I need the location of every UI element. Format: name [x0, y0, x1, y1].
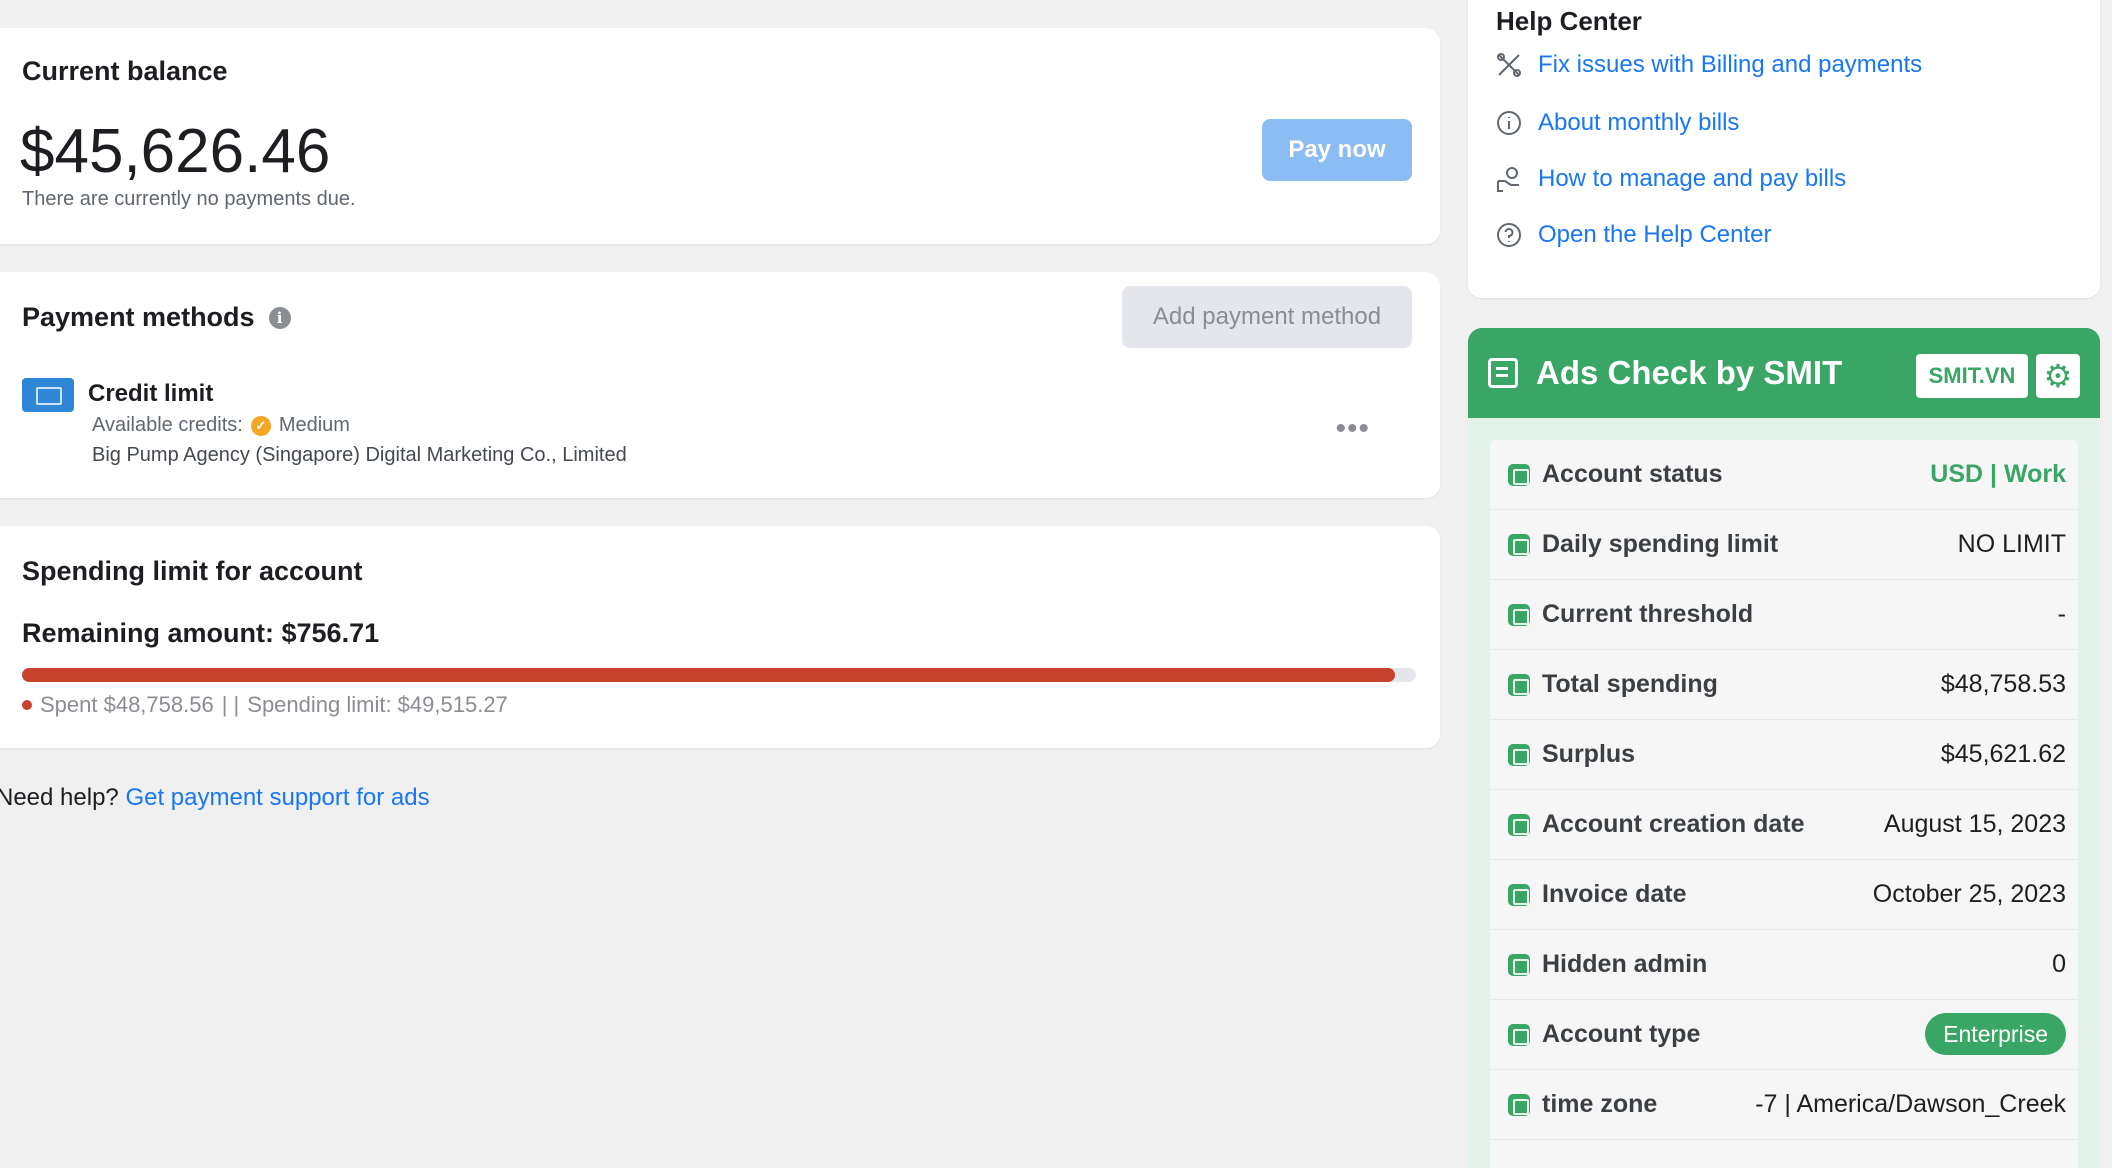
help-link-billing-issues[interactable]: Fix issues with Billing and payments: [1494, 50, 1922, 80]
more-options-icon[interactable]: •••: [1335, 412, 1370, 446]
row-label: Current threshold: [1542, 600, 1754, 628]
payment-methods-label: Payment methods: [22, 302, 255, 332]
help-link-label: How to manage and pay bills: [1538, 165, 1847, 192]
row-value: $48,758.53: [1940, 670, 2066, 698]
help-link-label: Fix issues with Billing and payments: [1538, 51, 1923, 78]
smit-link-button[interactable]: SMIT.VN: [1916, 354, 2028, 398]
ads-check-title: Ads Check by SMIT: [1536, 354, 1843, 391]
payment-support-link[interactable]: Get payment support for ads: [125, 784, 429, 811]
invoice-icon: [1508, 883, 1530, 906]
help-link-open-help-center[interactable]: Open the Help Center: [1494, 220, 1771, 250]
question-icon: [1494, 220, 1524, 250]
help-link-manage-pay[interactable]: How to manage and pay bills: [1494, 164, 1846, 194]
need-help-prefix: Need help?: [0, 784, 119, 811]
row-value: USD | Work: [1930, 460, 2066, 488]
ads-check-body: Account status USD | Work Daily spending…: [1490, 440, 2078, 1168]
help-link-monthly-bills[interactable]: About monthly bills: [1494, 108, 1739, 138]
separator: | |: [221, 692, 240, 717]
pay-now-button[interactable]: Pay now: [1262, 119, 1412, 181]
row-time-zone: time zone -7 | America/Dawson_Creek: [1490, 1070, 2078, 1140]
user-icon: [1508, 1023, 1530, 1046]
row-hidden-admin: Hidden admin 0: [1490, 930, 2078, 1000]
row-value: $45,621.62: [1940, 740, 2066, 768]
report-icon: [1488, 358, 1518, 388]
current-balance-card: Current balance $45,626.46 There are cur…: [0, 28, 1440, 244]
row-daily-spending-limit: Daily spending limit NO LIMIT: [1490, 510, 2078, 580]
spending-progress-bar: [22, 668, 1416, 682]
row-account-status: Account status USD | Work: [1490, 440, 2078, 510]
row-label: Total spending: [1542, 670, 1718, 698]
tools-icon: [1494, 50, 1524, 80]
info-icon[interactable]: i: [268, 306, 291, 329]
spent-summary: Spent $48,758.56 | | Spending limit: $49…: [22, 692, 508, 718]
card-icon: [1508, 533, 1530, 556]
row-label: Invoice date: [1542, 880, 1687, 908]
medal-icon: ✓: [250, 415, 271, 436]
location-icon: [1508, 1093, 1530, 1116]
enterprise-badge: Enterprise: [1925, 1013, 2066, 1055]
row-label: Account status: [1542, 460, 1723, 488]
row-label: time zone: [1542, 1090, 1658, 1118]
company-name: Big Pump Agency (Singapore) Digital Mark…: [92, 444, 627, 466]
available-credits: Available credits: ✓ Medium: [92, 414, 350, 437]
help-center-title: Help Center: [1496, 6, 1642, 36]
row-account-type: Account type Enterprise: [1490, 1000, 2078, 1070]
help-center-card: Help Center Fix issues with Billing and …: [1468, 0, 2100, 298]
shield-icon: [1508, 953, 1530, 976]
help-link-label: Open the Help Center: [1538, 221, 1772, 248]
dollar-icon: [1508, 743, 1530, 766]
row-account-creation-date: Account creation date August 15, 2023: [1490, 790, 2078, 860]
gear-icon[interactable]: ⚙: [2036, 354, 2080, 398]
calendar-icon: [1508, 813, 1530, 836]
spending-limit-value: Spending limit: $49,515.27: [247, 692, 508, 717]
spending-progress-fill: [22, 668, 1396, 682]
row-current-threshold: Current threshold -: [1490, 580, 2078, 650]
row-invoice-date: Invoice date October 25, 2023: [1490, 860, 2078, 930]
available-credits-label: Available credits:: [92, 414, 243, 436]
credit-level: Medium: [278, 414, 350, 436]
row-value: October 25, 2023: [1872, 880, 2066, 908]
balance-note: There are currently no payments due.: [22, 188, 356, 210]
row-label: Account creation date: [1542, 810, 1805, 838]
current-balance-title: Current balance: [22, 56, 228, 86]
row-value: Enterprise: [1925, 1013, 2066, 1055]
ads-check-panel: Ads Check by SMIT SMIT.VN ⚙ Account stat…: [1468, 328, 2100, 1168]
row-label: Daily spending limit: [1542, 530, 1779, 558]
credit-limit-title: Credit limit: [88, 380, 214, 407]
hand-coin-icon: [1494, 164, 1524, 194]
chart-icon: [1508, 463, 1530, 486]
info-icon: [1494, 108, 1524, 138]
row-label: Account type: [1542, 1020, 1701, 1048]
row-label: Surplus: [1542, 740, 1636, 768]
need-help: Need help? Get payment support for ads: [0, 784, 430, 812]
row-total-spending: Total spending $48,758.53: [1490, 650, 2078, 720]
add-payment-method-button[interactable]: Add payment method: [1122, 286, 1412, 348]
row-value: 0: [2052, 950, 2066, 978]
row-value: August 15, 2023: [1883, 810, 2066, 838]
ads-check-header: Ads Check by SMIT SMIT.VN ⚙: [1468, 328, 2100, 418]
spent-value: Spent $48,758.56: [40, 692, 214, 717]
payment-methods-title: Payment methods i: [22, 302, 291, 333]
payment-methods-card: Payment methods i Add payment method Cre…: [0, 272, 1440, 498]
wallet-icon: [1508, 673, 1530, 696]
row-value: -: [2057, 600, 2066, 628]
help-link-label: About monthly bills: [1538, 109, 1740, 136]
row-surplus: Surplus $45,621.62: [1490, 720, 2078, 790]
row-label: Hidden admin: [1542, 950, 1708, 978]
row-value: NO LIMIT: [1957, 530, 2066, 558]
row-value: -7 | America/Dawson_Creek: [1755, 1090, 2066, 1118]
remaining-amount: Remaining amount: $756.71: [22, 618, 380, 648]
spent-dot-icon: [22, 700, 32, 710]
trend-icon: [1508, 603, 1530, 626]
balance-amount: $45,626.46: [20, 117, 331, 186]
credit-card-icon: [22, 378, 74, 412]
spending-limit-card: Spending limit for account Remaining amo…: [0, 526, 1440, 748]
spending-limit-title: Spending limit for account: [22, 556, 363, 586]
